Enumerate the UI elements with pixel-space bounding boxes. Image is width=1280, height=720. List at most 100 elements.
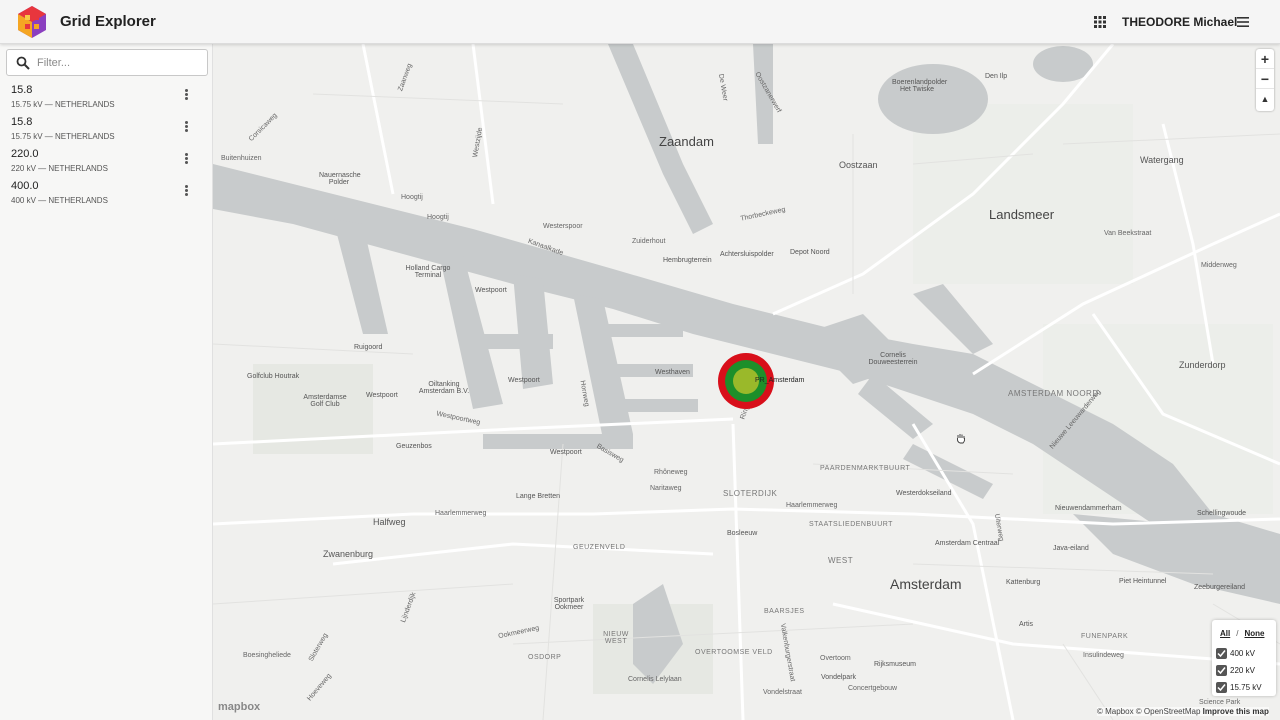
item-title: 15.8: [11, 84, 33, 96]
list-item[interactable]: 400.0 400 kV — NETHERLANDS: [0, 180, 213, 212]
hamburger-menu-icon[interactable]: [1236, 15, 1250, 29]
place-label: Vondelpark: [821, 674, 857, 681]
user-menu-button[interactable]: THEODORE Michael: [1122, 15, 1237, 29]
layer-legend: All / None 400 kV 220 kV 15.75 kV: [1212, 620, 1276, 696]
place-label: Den Ilp: [985, 73, 1008, 80]
district-label: OSDORP: [528, 654, 562, 661]
more-vert-icon[interactable]: [181, 120, 191, 134]
place-label: Westerdokseiland: [896, 490, 952, 497]
place-label: Lange Bretten: [516, 493, 560, 500]
road-label: Naritaweg: [650, 485, 682, 492]
item-subtitle: 15.75 kV — NETHERLANDS: [11, 100, 115, 109]
attribution-text[interactable]: © Mapbox © OpenStreetMap: [1097, 707, 1200, 716]
apps-grid-icon[interactable]: [1093, 15, 1107, 29]
place-label: Rijksmuseum: [874, 661, 917, 668]
item-title: 400.0: [11, 180, 39, 192]
district-label: OVERTOOMSE VELD: [695, 649, 773, 656]
place-label: Java-eiland: [1053, 545, 1089, 552]
app-logo[interactable]: [15, 5, 49, 39]
road-label: Van Beekstraat: [1104, 230, 1152, 237]
district-label: NIEUW WEST: [603, 631, 629, 645]
road-label: Vondelstraat: [763, 689, 802, 696]
place-label: Depot Noord: [790, 249, 830, 256]
place-label: Zwanenburg: [323, 549, 374, 559]
place-label: Bosleeuw: [727, 530, 758, 537]
road-label: Haarlemmerweg: [435, 510, 487, 517]
place-label: Artis: [1019, 621, 1033, 628]
place-label: Achtersluispolder: [720, 251, 774, 258]
place-label: Watergang: [1140, 155, 1184, 165]
checkbox-checked-icon[interactable]: [1216, 665, 1227, 676]
place-label: Buitenhuizen: [221, 155, 262, 162]
list-item[interactable]: 15.8 15.75 kV — NETHERLANDS: [0, 84, 213, 116]
place-label: Westpoort: [475, 287, 507, 294]
place-label: Golfclub Houtrak: [247, 373, 300, 380]
place-label: Science Park: [1199, 699, 1241, 706]
place-label: Amsterdamse Golf Club: [303, 394, 347, 408]
place-label: Geuzenbos: [396, 443, 432, 450]
road-label: Westerspoor: [543, 223, 583, 230]
place-label: Landsmeer: [989, 207, 1055, 222]
list-item[interactable]: 15.8 15.75 kV — NETHERLANDS: [0, 116, 213, 148]
place-label: Zeeburgereiland: [1194, 584, 1245, 591]
select-all-link[interactable]: All: [1220, 629, 1230, 638]
item-subtitle: 400 kV — NETHERLANDS: [11, 196, 108, 205]
select-none-link[interactable]: None: [1244, 629, 1264, 638]
checkbox-checked-icon[interactable]: [1216, 648, 1227, 659]
place-label: Ruigoord: [354, 344, 383, 351]
place-label: Boesingheliede: [243, 652, 291, 659]
road-label: Middenweg: [1201, 262, 1237, 269]
grab-cursor-icon: [956, 434, 966, 444]
place-label: Piet Heintunnel: [1119, 578, 1167, 585]
place-label: Westpoort: [366, 392, 398, 399]
place-label: Zaandam: [659, 134, 714, 149]
place-label: Holland Cargo Terminal: [405, 265, 451, 279]
district-label: FUNENPARK: [1081, 633, 1129, 640]
road-label: Cornelis Lelylaan: [628, 676, 682, 683]
road-label: Haarlemmerweg: [786, 502, 838, 509]
place-label: Zunderdorp: [1179, 360, 1226, 370]
place-label: Nauernasche Polder: [319, 172, 361, 186]
district-label: GEUZENVELD: [573, 544, 626, 551]
item-title: 15.8: [11, 116, 33, 128]
item-subtitle: 15.75 kV — NETHERLANDS: [11, 132, 115, 141]
item-title: 220.0: [11, 148, 39, 160]
zoom-out-button[interactable]: −: [1256, 69, 1274, 89]
zoom-controls: + − ▲: [1256, 49, 1274, 111]
compass-button[interactable]: ▲: [1256, 89, 1274, 109]
app-title: Grid Explorer: [60, 13, 156, 30]
map-canvas[interactable]: Zaandam Landsmeer Amsterdam Oostzaan Wat…: [213, 44, 1280, 720]
district-label: WEST: [828, 556, 854, 565]
zoom-in-button[interactable]: +: [1256, 49, 1274, 69]
place-label: Oiltanking Amsterdam B.V.: [418, 381, 470, 395]
more-vert-icon[interactable]: [181, 88, 191, 102]
place-label: Westhaven: [655, 369, 690, 376]
filter-input[interactable]: [37, 53, 202, 73]
road-label: Hoogtij: [427, 214, 449, 221]
filter-box: [6, 49, 208, 76]
sidebar: 15.8 15.75 kV — NETHERLANDS 15.8 15.75 k…: [0, 44, 213, 720]
district-label: AMSTERDAM NOORD: [1008, 389, 1099, 398]
more-vert-icon[interactable]: [181, 152, 191, 166]
place-label: Kattenburg: [1006, 579, 1041, 586]
road-label: Hoogtij: [401, 194, 423, 201]
place-label: Amsterdam Centraal: [935, 540, 1000, 547]
legend-toggle-links: All / None: [1220, 629, 1265, 638]
road-label: Rhôneweg: [654, 469, 688, 476]
place-label: Nieuwendammerham: [1055, 505, 1122, 512]
district-label: STAATSLIEDENBUURT: [809, 521, 893, 528]
improve-map-link[interactable]: Improve this map: [1203, 707, 1269, 716]
app-header: Grid Explorer THEODORE Michael: [0, 0, 1280, 44]
more-vert-icon[interactable]: [181, 184, 191, 198]
place-label: Schellingwoude: [1197, 510, 1247, 517]
road-label: Overtoom: [820, 655, 851, 662]
map-attribution: © Mapbox © OpenStreetMap Improve this ma…: [1097, 707, 1269, 716]
list-item[interactable]: 220.0 220 kV — NETHERLANDS: [0, 148, 213, 180]
district-label: SLOTERDIJK: [723, 489, 778, 498]
checkbox-checked-icon[interactable]: [1216, 682, 1227, 693]
mapbox-logo[interactable]: mapbox: [218, 701, 260, 713]
place-label: Sportpark Ookmeer: [553, 597, 585, 611]
place-label: Amsterdam: [890, 576, 962, 592]
place-label: Westpoort: [550, 449, 582, 456]
place-label: Westpoort: [508, 377, 540, 384]
